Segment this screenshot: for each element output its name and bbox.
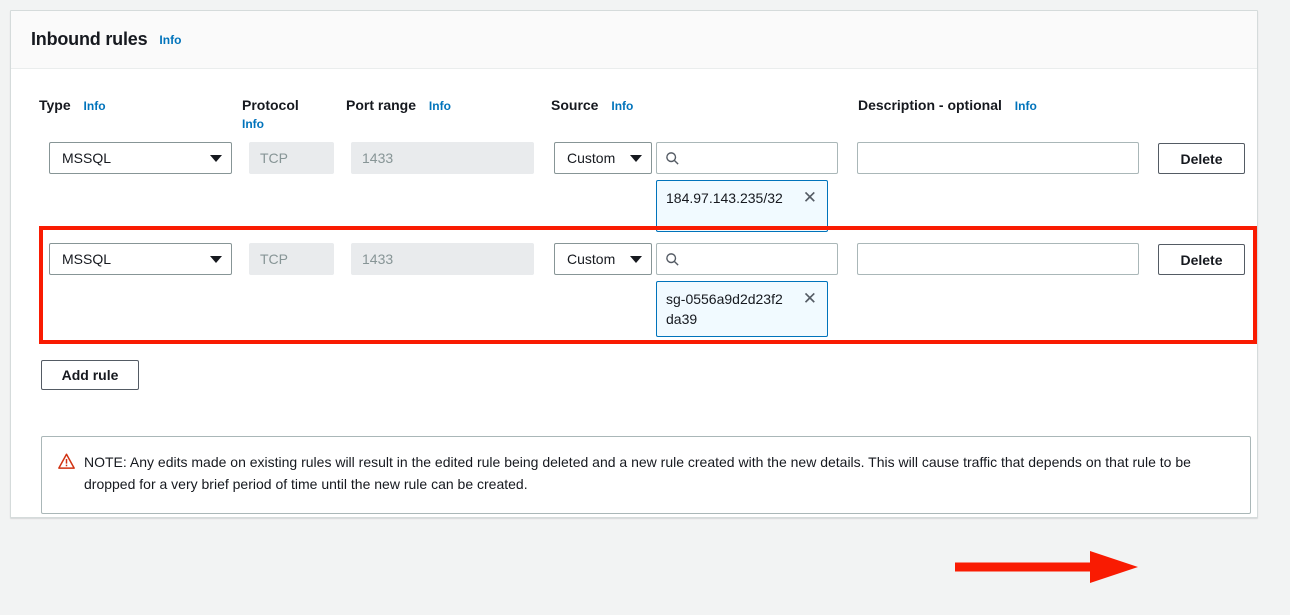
column-header-type-label: Type [39, 97, 71, 113]
security-group-inbound-rules-page: Inbound rules Info Type Info Protocol In… [0, 0, 1290, 615]
inbound-rules-card: Inbound rules Info Type Info Protocol In… [10, 10, 1258, 518]
column-header-type: Type Info [39, 97, 106, 113]
rule-protocol-value: TCP [260, 150, 288, 166]
column-header-source-label: Source [551, 97, 599, 113]
port-range-info-link[interactable]: Info [429, 99, 451, 113]
footer-actions: Cancel Preview changes Save rules [0, 548, 1290, 588]
delete-rule-button[interactable]: Delete [1158, 244, 1245, 275]
rule-source-type-value: Custom [567, 150, 616, 166]
column-header-description: Description - optional Info [858, 97, 1037, 113]
chevron-down-icon [630, 154, 642, 162]
type-info-link[interactable]: Info [84, 99, 106, 113]
rule-type-select[interactable]: MSSQL [49, 243, 232, 275]
rule-source-type-select[interactable]: Custom [554, 142, 652, 174]
card-header: Inbound rules Info [11, 11, 1257, 69]
rule-description-input[interactable] [857, 142, 1139, 174]
source-token-label: sg-0556a9d2d23f2da39 [666, 291, 783, 327]
rule-type-value: MSSQL [62, 150, 112, 166]
column-header-port-range: Port range Info [346, 97, 451, 113]
source-search-input[interactable] [656, 142, 838, 174]
rule-description-input[interactable] [857, 243, 1139, 275]
delete-rule-button[interactable]: Delete [1158, 143, 1245, 174]
close-icon[interactable]: ✕ [801, 290, 819, 307]
chevron-down-icon [210, 154, 222, 162]
warning-triangle-icon [58, 451, 84, 499]
rule-type-select[interactable]: MSSQL [49, 142, 232, 174]
chevron-down-icon [630, 255, 642, 263]
column-header-port-range-label: Port range [346, 97, 417, 113]
rule-source-type-value: Custom [567, 251, 616, 267]
rule-protocol-field: TCP [249, 243, 334, 275]
table-row: MSSQL TCP 1433 Custom [11, 222, 1257, 337]
column-header-protocol-label: Protocol [242, 97, 299, 113]
inbound-rules-info-link[interactable]: Info [159, 33, 181, 47]
source-info-link[interactable]: Info [611, 99, 633, 113]
source-token[interactable]: sg-0556a9d2d23f2da39 ✕ [656, 281, 828, 337]
note-alert: NOTE: Any edits made on existing rules w… [41, 436, 1251, 514]
column-header-description-label: Description - optional [858, 97, 1002, 113]
rule-type-value: MSSQL [62, 251, 112, 267]
rule-port-range-value: 1433 [362, 150, 394, 166]
add-rule-button[interactable]: Add rule [41, 360, 139, 390]
rule-port-range-field: 1433 [351, 142, 534, 174]
rule-source-type-select[interactable]: Custom [554, 243, 652, 275]
rule-port-range-value: 1433 [362, 251, 394, 267]
description-info-link[interactable]: Info [1015, 99, 1037, 113]
search-icon [665, 151, 680, 166]
table-row: MSSQL TCP 1433 Custom [11, 121, 1257, 232]
source-token-label: 184.97.143.235/32 [666, 190, 783, 206]
rules-list: MSSQL TCP 1433 Custom 184.97.143.235/32 … [11, 121, 1257, 337]
close-icon[interactable]: ✕ [801, 189, 819, 206]
rule-port-range-field: 1433 [351, 243, 534, 275]
source-search-input[interactable] [656, 243, 838, 275]
page-title: Inbound rules [31, 29, 148, 49]
rule-protocol-value: TCP [260, 251, 288, 267]
rule-protocol-field: TCP [249, 142, 334, 174]
chevron-down-icon [210, 255, 222, 263]
column-header-source: Source Info [551, 97, 633, 113]
note-text: NOTE: Any edits made on existing rules w… [84, 454, 1191, 492]
search-icon [665, 252, 680, 267]
column-headers: Type Info Protocol Info Port range Info … [11, 69, 1257, 131]
